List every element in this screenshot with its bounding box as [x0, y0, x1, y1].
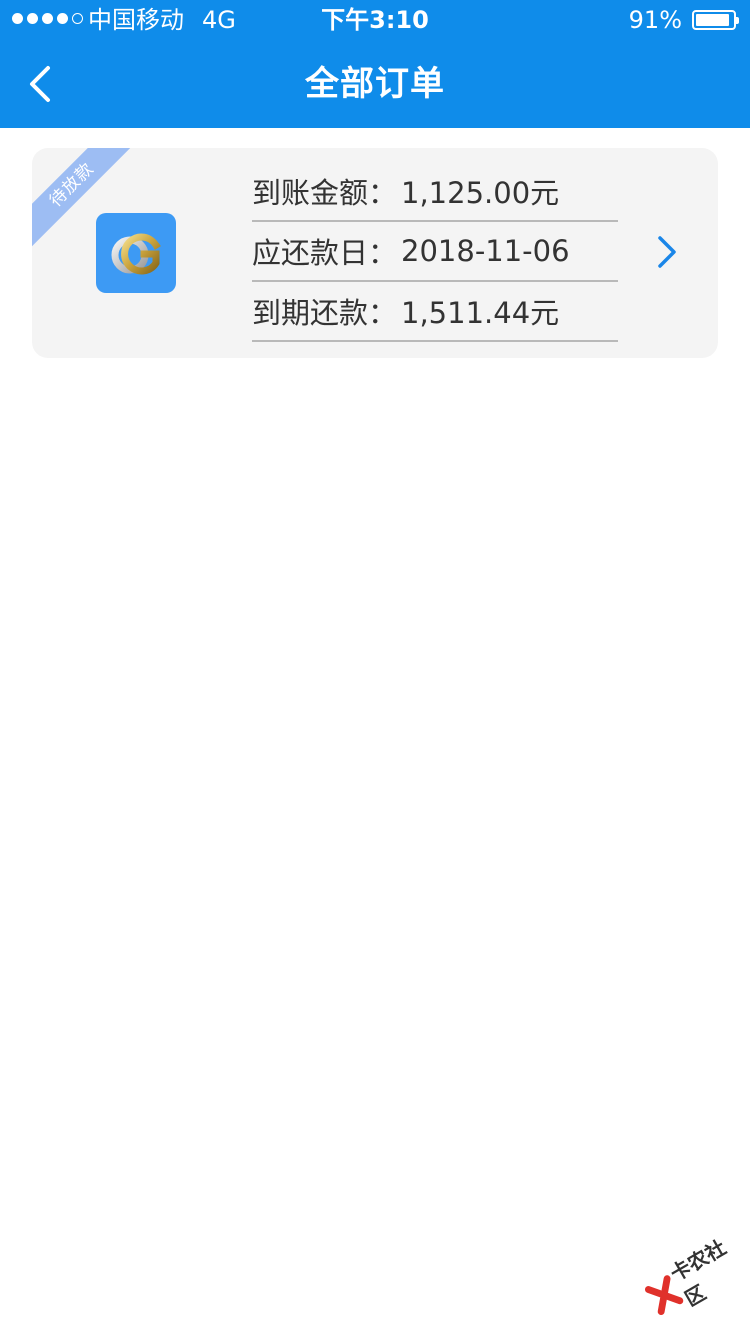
info-label: 到期还款：: [252, 296, 398, 330]
status-bar: 中国移动 4G 下午3:10 91%: [0, 0, 750, 40]
battery-level-fill: [696, 14, 729, 26]
gold-g-logo-icon: [96, 213, 176, 293]
info-row-received-amount: 到账金额： 1,125.00元: [252, 162, 618, 222]
info-row-repayment-amount: 到期还款： 1,511.44元: [252, 282, 618, 342]
info-value: 1,125.00元: [401, 176, 560, 210]
info-label: 到账金额：: [252, 176, 398, 210]
info-row-due-date: 应还款日： 2018-11-06: [252, 222, 618, 282]
info-label: 应还款日：: [252, 236, 398, 270]
watermark: 卡农社区: [634, 1217, 750, 1333]
battery-icon: [692, 10, 739, 30]
battery-percentage: 91%: [628, 6, 682, 34]
order-info-list: 到账金额： 1,125.00元 应还款日： 2018-11-06 到期还款： 1…: [252, 162, 618, 342]
chevron-right-icon[interactable]: [652, 232, 682, 272]
info-value: 1,511.44元: [401, 296, 560, 330]
nav-header: 中国移动 4G 下午3:10 91% 全部订单: [0, 0, 750, 128]
info-value: 2018-11-06: [401, 234, 570, 268]
order-card[interactable]: 待放款 到账金额： 1,125.00元 应还款日： 2018-11-06 到期还…: [32, 148, 718, 358]
page-title: 全部订单: [305, 64, 445, 104]
g-logo-graphic: [111, 233, 161, 275]
